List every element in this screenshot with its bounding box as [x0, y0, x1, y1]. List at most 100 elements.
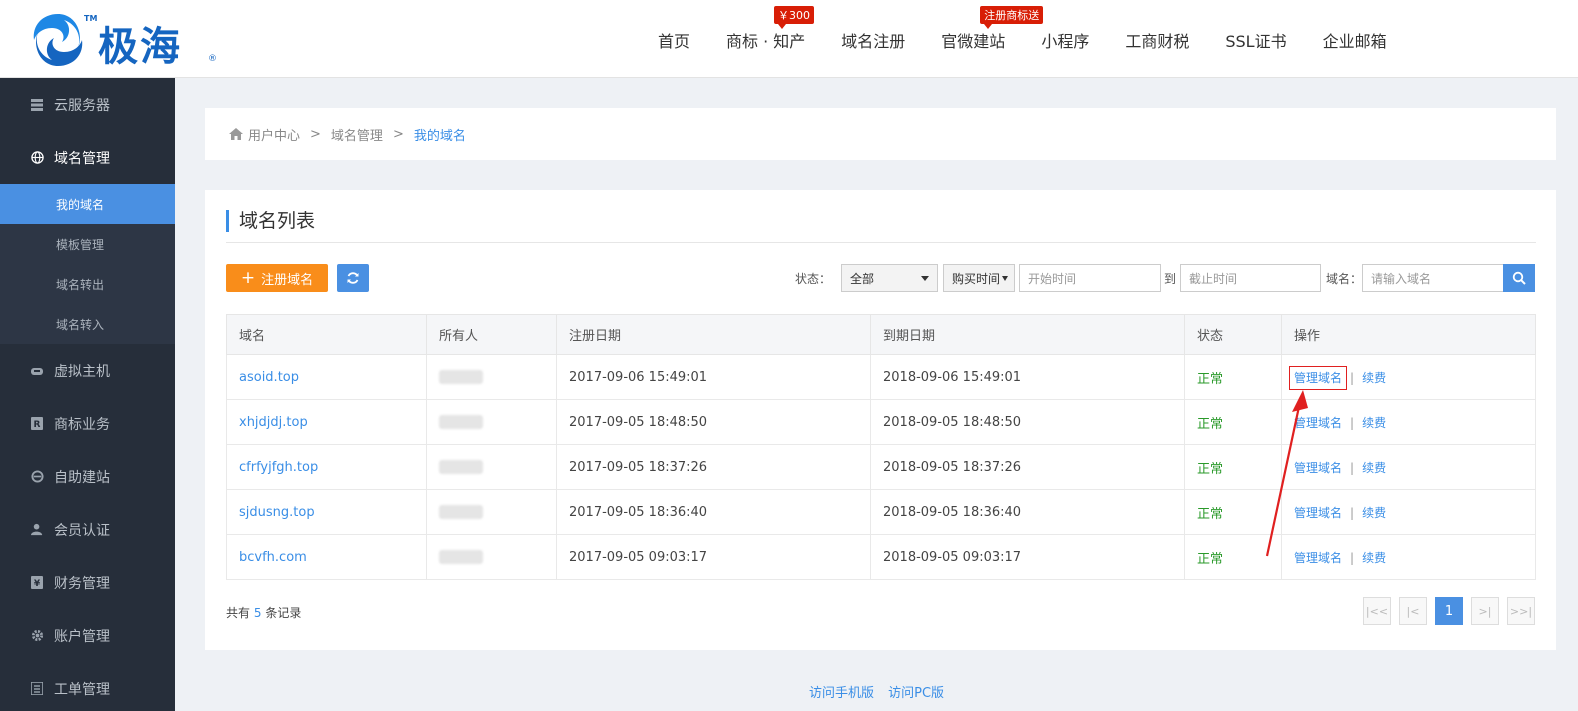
manage-domain-link[interactable]: 管理域名	[1288, 365, 1348, 390]
sidebar-item-label: 自助建站	[54, 469, 110, 486]
status-select[interactable]: 全部	[841, 264, 938, 292]
caret-down-icon	[921, 276, 929, 281]
reg-date-cell: 2017-09-05 18:48:50	[556, 399, 871, 445]
redacted-owner	[439, 505, 483, 519]
domain-search-input[interactable]: 请输入域名	[1362, 264, 1504, 292]
sidebar-item-domain-mgmt[interactable]: 域名管理	[0, 131, 175, 184]
end-date-input[interactable]: 截止时间	[1180, 264, 1321, 292]
start-date-input[interactable]: 开始时间	[1019, 264, 1161, 292]
col-header: 所有人	[426, 314, 557, 355]
reg-date-cell: 2017-09-05 18:37:26	[556, 444, 871, 490]
search-button[interactable]	[1503, 264, 1535, 292]
domain-link[interactable]: cfrfyjfgh.top	[226, 444, 427, 490]
sidebar-item-site-builder[interactable]: 自助建站	[0, 450, 175, 503]
nav-website[interactable]: 注册商标送 官微建站	[923, 6, 1044, 52]
actions-cell: 管理域名 | 续费	[1281, 354, 1536, 400]
register-domain-button[interactable]: + 注册域名	[226, 264, 328, 292]
reg-date-cell: 2017-09-05 09:03:17	[556, 534, 871, 580]
actions-cell: 管理域名 | 续费	[1281, 534, 1536, 580]
next-page-button[interactable]: >|	[1471, 597, 1499, 625]
plus-icon: +	[240, 267, 256, 288]
nav-label: SSL证书	[1225, 32, 1287, 51]
first-page-icon: |<<	[1365, 604, 1389, 618]
action-separator: |	[1350, 505, 1355, 520]
gear-icon	[30, 629, 44, 643]
sidebar-sub-transfer-out[interactable]: 域名转出	[0, 264, 175, 304]
to-label: 到	[1164, 271, 1177, 286]
manage-domain-link[interactable]: 管理域名	[1294, 461, 1342, 475]
nav-email[interactable]: 企业邮箱	[1305, 28, 1405, 52]
manage-domain-link[interactable]: 管理域名	[1294, 551, 1342, 565]
sidebar-item-label: 财务管理	[54, 575, 110, 592]
count-suffix: 条记录	[265, 606, 302, 620]
redacted-owner	[439, 370, 483, 384]
domain-table: 域名 所有人 注册日期 到期日期 状态 操作 asoid.top 2017-09…	[226, 314, 1536, 580]
domain-link[interactable]: sjdusng.top	[226, 489, 427, 535]
sidebar-item-cloud-server[interactable]: 云服务器	[0, 78, 175, 131]
page-number-button[interactable]: 1	[1435, 597, 1463, 625]
sidebar-item-label: 虚拟主机	[54, 363, 110, 380]
prev-page-button[interactable]: |<	[1399, 597, 1427, 625]
sidebar-sub-templates[interactable]: 模板管理	[0, 224, 175, 264]
refresh-button[interactable]	[337, 264, 369, 292]
renew-link[interactable]: 续费	[1362, 371, 1386, 385]
footer: 访问手机版 访问PC版	[0, 682, 1578, 701]
first-page-button[interactable]: |<<	[1363, 597, 1391, 625]
renew-link[interactable]: 续费	[1362, 551, 1386, 565]
nav-business-tax[interactable]: 工商财税	[1107, 28, 1207, 52]
last-page-icon: >>|	[1509, 604, 1533, 618]
renew-link[interactable]: 续费	[1362, 416, 1386, 430]
sidebar-sub-transfer-in[interactable]: 域名转入	[0, 304, 175, 344]
manage-domain-link[interactable]: 管理域名	[1294, 506, 1342, 520]
col-header: 到期日期	[870, 314, 1185, 355]
sidebar-sub-my-domains[interactable]: 我的域名	[0, 184, 175, 224]
sidebar-item-member-auth[interactable]: 会员认证	[0, 503, 175, 556]
nav-domain-register[interactable]: 域名注册	[823, 28, 923, 52]
domain-link[interactable]: asoid.top	[226, 354, 427, 400]
divider	[226, 242, 1536, 243]
sidebar-item-account[interactable]: 账户管理	[0, 609, 175, 662]
nav-label: 域名注册	[841, 32, 906, 51]
nav-home[interactable]: 首页	[640, 28, 708, 52]
reg-date-cell: 2017-09-06 15:49:01	[556, 354, 871, 400]
breadcrumb-user-center[interactable]: 用户中心	[248, 125, 300, 144]
nav-trademark[interactable]: ￥300 商标 · 知产	[708, 6, 823, 52]
owner-cell	[426, 399, 557, 445]
mobile-version-link[interactable]: 访问手机版	[809, 686, 874, 701]
svg-text:R: R	[34, 420, 41, 430]
sidebar-item-virtual-host[interactable]: 虚拟主机	[0, 344, 175, 397]
sidebar-item-label: 账户管理	[54, 628, 110, 645]
user-icon	[30, 523, 44, 537]
pagination: |<< |< 1 >| >>|	[1363, 597, 1535, 625]
manage-domain-link[interactable]: 管理域名	[1294, 416, 1342, 430]
sidebar-item-trademark[interactable]: R 商标业务	[0, 397, 175, 450]
main-nav: 首页 ￥300 商标 · 知产 域名注册 注册商标送 官微建站 小程序 工商财税 S…	[640, 6, 1405, 52]
nav-label: 小程序	[1041, 32, 1090, 51]
renew-link[interactable]: 续费	[1362, 506, 1386, 520]
nav-label: 工商财税	[1125, 32, 1190, 51]
sidebar-item-finance[interactable]: ¥ 财务管理	[0, 556, 175, 609]
refresh-icon	[347, 272, 359, 284]
domain-link[interactable]: xhjdjdj.top	[226, 399, 427, 445]
next-page-icon: >|	[1478, 604, 1492, 618]
nav-ssl[interactable]: SSL证书	[1207, 28, 1304, 52]
exp-date-cell: 2018-09-05 18:37:26	[870, 444, 1185, 490]
nav-miniprogram[interactable]: 小程序	[1023, 28, 1107, 52]
exp-date-cell: 2018-09-05 18:48:50	[870, 399, 1185, 445]
brand-logo[interactable]: TM 极海 ®	[26, 8, 226, 72]
table-header-row: 域名 所有人 注册日期 到期日期 状态 操作	[226, 314, 1536, 355]
redacted-owner	[439, 550, 483, 564]
renew-link[interactable]: 续费	[1362, 461, 1386, 475]
domain-link[interactable]: bcvfh.com	[226, 534, 427, 580]
reg-date-cell: 2017-09-05 18:36:40	[556, 489, 871, 535]
breadcrumb-domain-mgmt[interactable]: 域名管理	[331, 125, 383, 144]
prev-page-icon: |<	[1406, 604, 1420, 618]
col-header: 注册日期	[556, 314, 871, 355]
last-page-button[interactable]: >>|	[1507, 597, 1535, 625]
promo-badge: 注册商标送	[980, 6, 1044, 29]
status-cell: 正常	[1184, 399, 1282, 445]
pc-version-link[interactable]: 访问PC版	[888, 686, 944, 701]
time-type-select[interactable]: 购买时间	[943, 264, 1015, 292]
owner-cell	[426, 489, 557, 535]
sidebar-item-label: 商标业务	[54, 416, 110, 433]
